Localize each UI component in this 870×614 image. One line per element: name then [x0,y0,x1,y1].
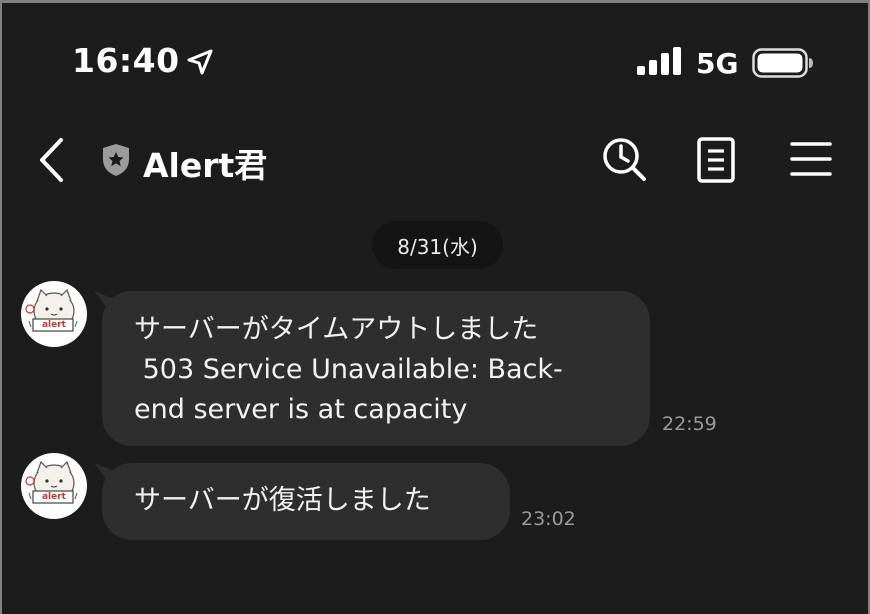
message-timestamp: 23:02 [521,508,576,530]
message-line: 503 Service Unavailable: Back- [134,354,563,385]
battery-icon [752,48,813,78]
avatar-label: alert [41,320,66,330]
avatar-label: alert [41,492,66,502]
menu-icon[interactable] [790,139,832,179]
network-type: 5G [696,47,739,80]
signal-bars-icon [637,47,681,75]
back-chevron-icon[interactable] [35,136,67,184]
note-icon[interactable] [696,136,736,184]
message-bubble[interactable]: サーバーが復活しました [102,463,510,540]
message-line: end server is at capacity [134,394,468,425]
avatar[interactable]: alert [21,453,87,519]
message-bubble[interactable]: サーバーがタイムアウトしました 503 Service Unavailable:… [102,291,650,446]
date-separator: 8/31(水) [372,221,503,269]
status-time: 16:40 [72,41,180,80]
chat-title: Alert君 [143,146,268,185]
search-clock-icon[interactable] [600,135,648,183]
message-line: サーバーが復活しました [134,485,431,516]
message-line: サーバーがタイムアウトしました [134,314,539,345]
cat-mascot-icon [25,460,78,504]
avatar[interactable]: alert [21,281,87,347]
location-arrow-icon [187,49,213,75]
cat-mascot-icon [25,288,78,332]
shield-star-icon [103,144,129,176]
chat-screen: 16:40 5G Alert君 8/31(水) alert サーバーがタイムアウ… [2,3,868,614]
message-timestamp: 22:59 [662,413,717,435]
